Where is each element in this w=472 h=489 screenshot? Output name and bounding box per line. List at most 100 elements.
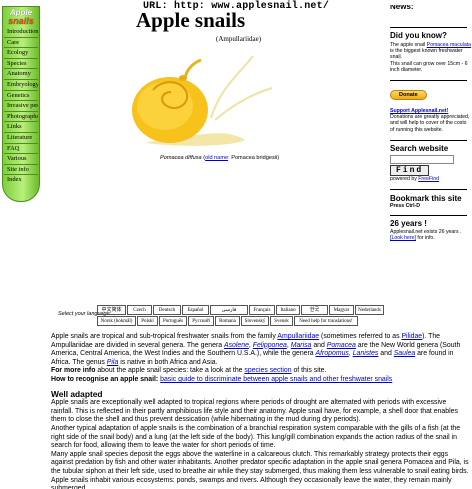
- sidebar-item-photographs[interactable]: Photographs: [4, 112, 38, 123]
- dyk-text-2: is the biggest known freshwater snail.: [390, 48, 463, 61]
- paragraph-ecosystems: Apple snails inhabit various ecosystems:…: [51, 476, 452, 489]
- sidebar-item-introduction[interactable]: Introduction: [4, 27, 38, 38]
- sidebar-item-species[interactable]: Species: [4, 59, 38, 70]
- sidebar-item-literature[interactable]: Literature: [4, 133, 38, 144]
- lang-italian[interactable]: Italiano: [276, 305, 300, 315]
- text: of this site.: [291, 367, 327, 375]
- right-sidebar: News: Did you know? The apple snail Poma…: [390, 0, 472, 242]
- divider: [390, 27, 467, 28]
- donate-button[interactable]: Donate: [390, 90, 427, 101]
- news-heading: News:: [390, 5, 414, 11]
- lang-portuguese[interactable]: Português: [159, 316, 187, 326]
- sidebar-item-anatomy[interactable]: Anatomy: [4, 69, 38, 80]
- find-button[interactable]: Find: [390, 164, 430, 176]
- divider: [390, 215, 467, 217]
- paragraph-adaptation: Apple snails are exceptionally well adap…: [51, 399, 458, 424]
- felipponea-link[interactable]: Felipponea: [253, 342, 287, 349]
- sidebar-item-genetics[interactable]: Genetics: [4, 91, 38, 102]
- lang-farsi[interactable]: فارسی: [210, 305, 248, 315]
- years-text-2: for info.: [415, 235, 435, 242]
- divider: [390, 139, 467, 141]
- text: (sometimes referred to as: [319, 333, 402, 340]
- species-section-link[interactable]: species section: [244, 367, 291, 374]
- site-logo[interactable]: Apple snails: [3, 7, 39, 27]
- caption-old-name-link[interactable]: old name: [205, 155, 228, 161]
- sidebar-item-links[interactable]: Links: [4, 122, 38, 133]
- sidebar-item-ecology[interactable]: Ecology: [4, 48, 38, 59]
- page-subtitle: (Ampullariidae): [216, 35, 262, 43]
- text: about the apple snail species: take a lo…: [95, 367, 245, 375]
- recognise-line: How to recognise an apple snail: basic g…: [51, 375, 393, 383]
- lang-norwegian[interactable]: Norsk (bokmål): [97, 316, 136, 326]
- saulea-link[interactable]: Saulea: [394, 350, 415, 357]
- main-content: Apple snails are tropical and sub-tropic…: [51, 333, 469, 489]
- sidebar-item-various[interactable]: Various: [4, 154, 38, 165]
- search-heading: Search website: [390, 143, 449, 153]
- sidebar-nav: Apple snails Introduction Care Ecology S…: [2, 6, 40, 202]
- bookmark-heading: Bookmark this site: [390, 194, 462, 204]
- pilidae-link[interactable]: Pilidae: [401, 333, 422, 340]
- text: is native in both Africa and Asia.: [118, 358, 218, 366]
- lang-polish[interactable]: Polski: [137, 316, 158, 326]
- pila-link[interactable]: Pila: [107, 359, 119, 366]
- powered-by: powered by FreeFind: [390, 176, 472, 182]
- more-info-line: For more info about the apple snail spec…: [51, 367, 469, 376]
- paragraph-respiration: Another typical adaptation of apple snai…: [51, 424, 461, 450]
- did-you-know-text: The apple snail Pomacea maculata is the …: [390, 42, 472, 73]
- did-you-know-heading: Did you know?: [390, 31, 447, 40]
- years-text: Applesnail.net exists 26 years . [Look he…: [390, 229, 472, 241]
- text: Apple snails are tropical and sub-tropic…: [51, 333, 278, 340]
- freefind-link[interactable]: FreeFind: [418, 176, 439, 182]
- search-input[interactable]: [390, 154, 454, 164]
- photo-caption: Pomacea diffusa (old name: Pomacea bridg…: [160, 155, 280, 161]
- lang-hungarian[interactable]: Magyar: [329, 305, 354, 315]
- page-title: Apple snails: [136, 8, 246, 32]
- divider: [390, 80, 467, 82]
- lang-slovak[interactable]: Slovenský: [241, 316, 269, 326]
- look-here-link[interactable]: [Look here]: [390, 235, 416, 241]
- paragraph-eggs: Many apple snail species deposit the egg…: [51, 450, 469, 475]
- sidebar-item-invasive-pest[interactable]: Invasive pest: [4, 101, 38, 112]
- sidebar-item-embryology[interactable]: Embryology: [4, 80, 38, 91]
- support-block: Support Applesnail.net! Donations are gr…: [390, 108, 472, 133]
- dyk-species-link[interactable]: Pomacea maculata: [427, 42, 471, 48]
- lang-dutch[interactable]: Nederlands: [355, 305, 384, 315]
- afropomus-link[interactable]: Afropomus: [316, 350, 349, 357]
- dyk-text-3: This snail can grow over 15cm - 6 inch d…: [390, 60, 468, 73]
- lang-czech[interactable]: Czech: [127, 305, 152, 315]
- caption-rest: : Pomacea bridgesii): [228, 155, 280, 161]
- sidebar-item-care[interactable]: Care: [4, 38, 38, 49]
- years-text-1: Applesnail.net exists 26 years .: [390, 229, 462, 236]
- more-info-bold: For more info: [51, 367, 96, 375]
- translation-help-link[interactable]: Need help for translations!: [294, 316, 358, 326]
- lang-russian[interactable]: Русский: [188, 316, 214, 326]
- recognise-guide-link[interactable]: basic guide to discriminate between appl…: [160, 376, 392, 383]
- lanistes-link[interactable]: Lanistes: [353, 350, 379, 357]
- powered-text: powered by: [390, 175, 419, 182]
- lang-swedish[interactable]: Svensk: [270, 316, 293, 326]
- sidebar-item-index[interactable]: Index: [4, 175, 38, 186]
- ampullariidae-link[interactable]: Ampullariidae: [277, 333, 319, 340]
- pomacea-link[interactable]: Pomacea: [327, 342, 356, 349]
- lang-french[interactable]: Français: [249, 305, 275, 315]
- snail-photo: [132, 55, 273, 146]
- language-selector: 中文简体 Czech Deutsch Español فارسی Françai…: [97, 305, 385, 327]
- lang-korean[interactable]: 한국: [301, 305, 328, 315]
- sidebar-item-site-info[interactable]: Site info: [4, 165, 38, 176]
- logo-line-2: snails: [8, 16, 34, 26]
- lang-chinese[interactable]: 中文简体: [97, 305, 126, 315]
- divider: [390, 189, 467, 191]
- years-heading: 26 years !: [390, 219, 427, 229]
- support-link[interactable]: Support Applesnail.net!: [390, 108, 448, 114]
- lang-german[interactable]: Deutsch: [153, 305, 181, 315]
- asolene-link[interactable]: Asolene: [224, 342, 249, 349]
- lang-romanian[interactable]: Romana: [215, 316, 240, 326]
- sidebar-item-faq[interactable]: FAQ: [4, 144, 38, 155]
- intro-paragraph: Apple snails are tropical and sub-tropic…: [51, 333, 461, 366]
- marisa-link[interactable]: Marisa: [291, 342, 312, 349]
- support-text: Donations are greatly appreciated, and w…: [390, 114, 470, 133]
- dyk-text-1: The apple snail: [390, 42, 427, 48]
- lang-spanish[interactable]: Español: [182, 305, 209, 315]
- bookmark-text: Press Ctrl-D: [390, 203, 420, 210]
- well-adapted-heading: Well adapted: [51, 388, 103, 399]
